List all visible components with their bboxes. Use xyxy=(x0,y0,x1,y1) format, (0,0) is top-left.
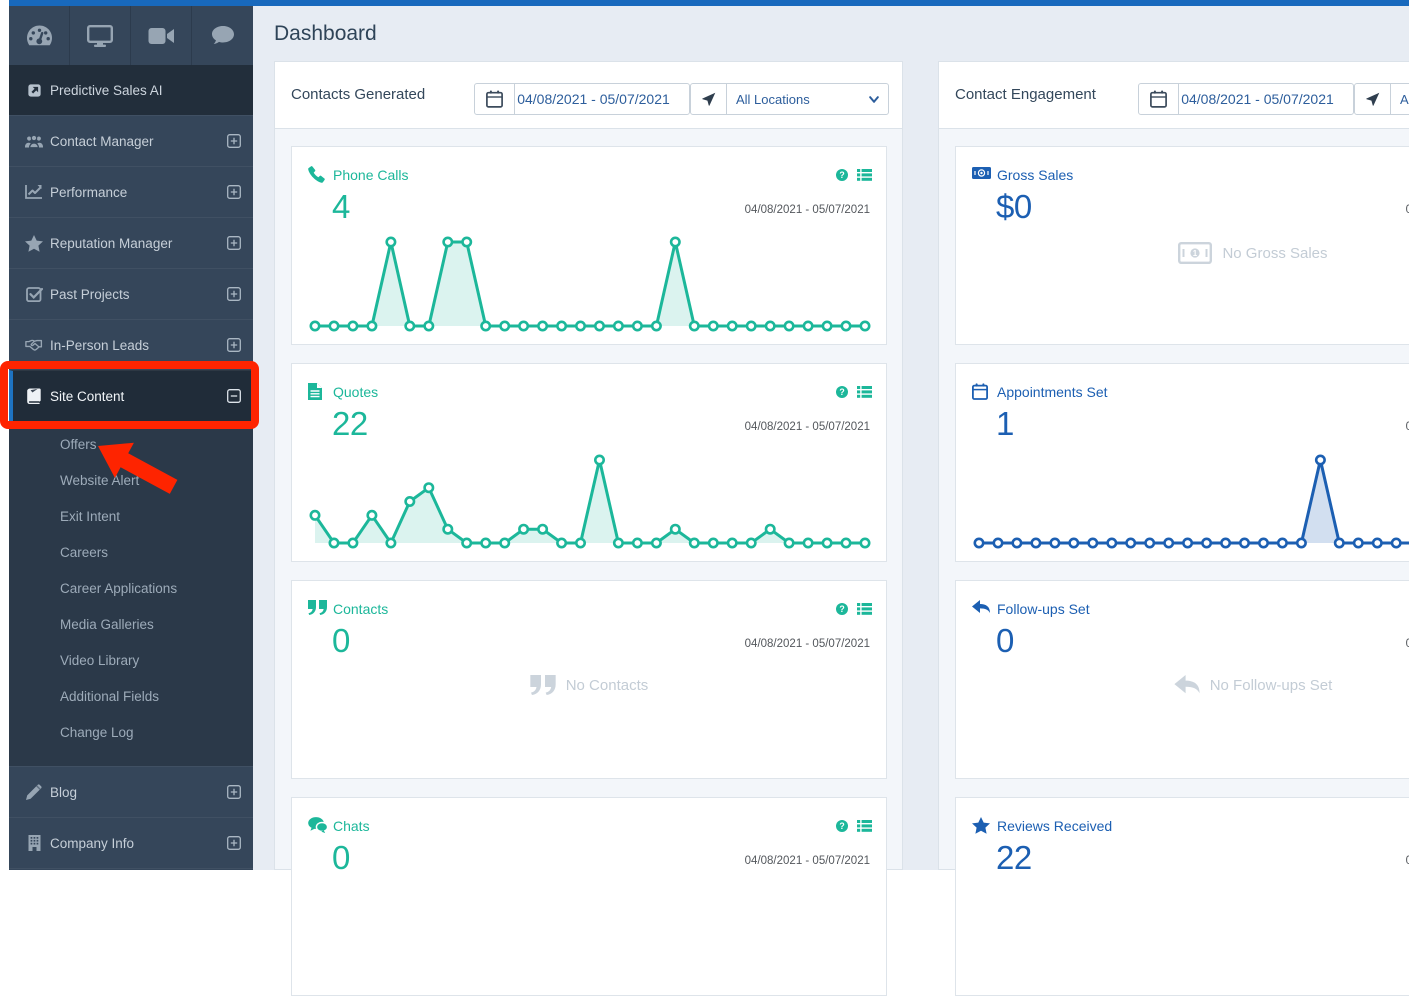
svg-text:1: 1 xyxy=(1193,249,1198,258)
svg-text:?: ? xyxy=(839,604,844,614)
svg-text:?: ? xyxy=(839,821,844,831)
